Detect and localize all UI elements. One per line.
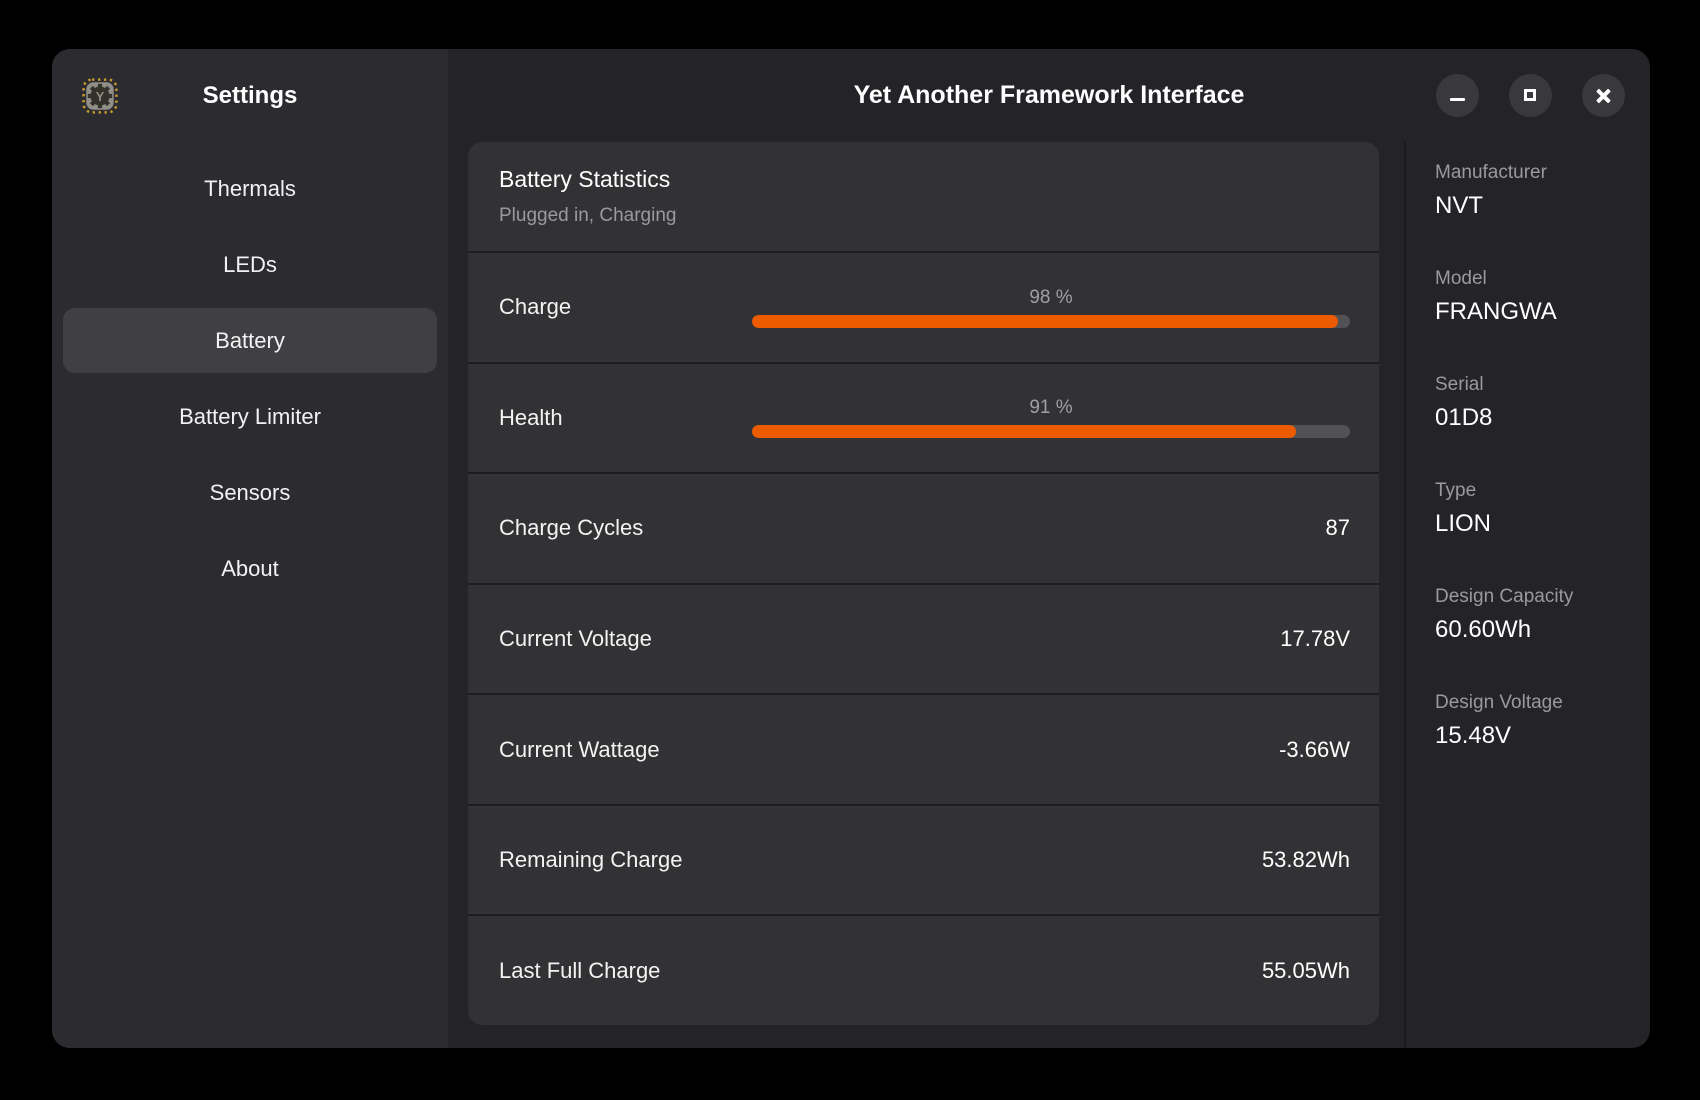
design-capacity-value: 60.60Wh [1435, 616, 1650, 644]
battery-status-text: Plugged in, Charging [499, 205, 1379, 227]
charge-cycles-value: 87 [1326, 515, 1350, 541]
battery-info-panel: Manufacturer NVT Model FRANGWA Serial 01… [1404, 142, 1650, 1048]
health-row: Health 91 % [468, 362, 1379, 473]
sidebar: Y Settings Thermals LEDs Battery Battery… [52, 49, 448, 1048]
design-voltage-entry: Design Voltage 15.48V [1435, 692, 1650, 750]
charge-progress-group: 98 % [752, 287, 1350, 328]
sidebar-item-sensors[interactable]: Sensors [63, 460, 437, 525]
sidebar-item-leds[interactable]: LEDs [63, 232, 437, 297]
manufacturer-label: Manufacturer [1435, 162, 1650, 184]
sidebar-title: Settings [203, 82, 298, 110]
card-header: Battery Statistics Plugged in, Charging [468, 142, 1379, 251]
card-title: Battery Statistics [499, 166, 1379, 193]
last-full-charge-row: Last Full Charge 55.05Wh [468, 914, 1379, 1025]
sidebar-nav: Thermals LEDs Battery Battery Limiter Se… [52, 142, 448, 601]
health-percent-text: 91 % [752, 397, 1350, 419]
last-full-charge-label: Last Full Charge [499, 958, 752, 984]
design-capacity-label: Design Capacity [1435, 586, 1650, 608]
sidebar-item-thermals[interactable]: Thermals [63, 156, 437, 221]
current-wattage-value: -3.66W [1279, 737, 1350, 763]
model-entry: Model FRANGWA [1435, 268, 1650, 326]
charge-cycles-label: Charge Cycles [499, 515, 752, 541]
sidebar-item-battery-limiter[interactable]: Battery Limiter [63, 384, 437, 449]
sidebar-header: Y Settings [52, 49, 448, 142]
manufacturer-entry: Manufacturer NVT [1435, 162, 1650, 220]
maximize-button[interactable] [1509, 74, 1552, 117]
sidebar-item-battery[interactable]: Battery [63, 308, 437, 373]
design-voltage-value: 15.48V [1435, 722, 1650, 750]
serial-label: Serial [1435, 374, 1650, 396]
design-voltage-label: Design Voltage [1435, 692, 1650, 714]
remaining-charge-value: 53.82Wh [1262, 847, 1350, 873]
charge-progress-fill [752, 315, 1338, 328]
health-progress-fill [752, 425, 1296, 438]
type-entry: Type LION [1435, 480, 1650, 538]
titlebar[interactable]: Yet Another Framework Interface [448, 49, 1650, 142]
current-voltage-label: Current Voltage [499, 626, 752, 652]
remaining-charge-row: Remaining Charge 53.82Wh [468, 804, 1379, 915]
battery-statistics-card: Battery Statistics Plugged in, Charging … [468, 142, 1379, 1025]
charge-progress-track [752, 315, 1350, 328]
current-wattage-row: Current Wattage -3.66W [468, 693, 1379, 804]
model-value: FRANGWA [1435, 298, 1650, 326]
gear-chip-icon: Y [82, 78, 118, 114]
window-controls [1436, 49, 1625, 142]
current-voltage-row: Current Voltage 17.78V [468, 583, 1379, 694]
current-wattage-label: Current Wattage [499, 737, 752, 763]
minimize-button[interactable] [1436, 74, 1479, 117]
health-label: Health [499, 405, 752, 431]
svg-text:Y: Y [96, 90, 105, 104]
serial-entry: Serial 01D8 [1435, 374, 1650, 432]
last-full-charge-value: 55.05Wh [1262, 958, 1350, 984]
manufacturer-value: NVT [1435, 192, 1650, 220]
type-label: Type [1435, 480, 1650, 502]
remaining-charge-label: Remaining Charge [499, 847, 752, 873]
main-content: Battery Statistics Plugged in, Charging … [448, 142, 1404, 1048]
close-button[interactable] [1582, 74, 1625, 117]
model-label: Model [1435, 268, 1650, 290]
current-voltage-value: 17.78V [1280, 626, 1350, 652]
app-window: Y Settings Thermals LEDs Battery Battery… [52, 49, 1650, 1048]
sidebar-item-about[interactable]: About [63, 536, 437, 601]
charge-label: Charge [499, 294, 752, 320]
health-progress-group: 91 % [752, 397, 1350, 438]
charge-percent-text: 98 % [752, 287, 1350, 309]
maximize-icon [1524, 89, 1536, 101]
design-capacity-entry: Design Capacity 60.60Wh [1435, 586, 1650, 644]
health-progress-track [752, 425, 1350, 438]
type-value: LION [1435, 510, 1650, 538]
serial-value: 01D8 [1435, 404, 1650, 432]
charge-cycles-row: Charge Cycles 87 [468, 472, 1379, 583]
minimize-icon [1450, 98, 1465, 101]
charge-row: Charge 98 % [468, 251, 1379, 362]
